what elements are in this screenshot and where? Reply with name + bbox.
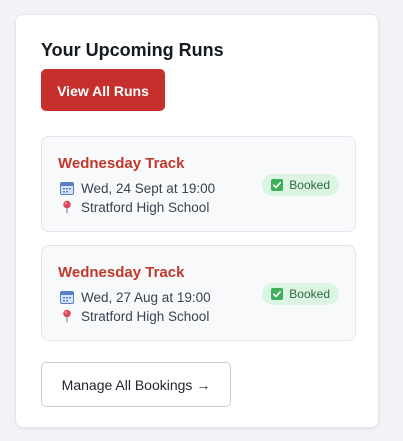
checkbox-icon [271,288,284,300]
calendar-icon [60,182,74,195]
run-location-row: Stratford High School [60,308,209,325]
pin-icon [63,200,71,214]
checkbox-icon [271,179,284,191]
run-title[interactable]: Wednesday Track [58,264,184,282]
run-title[interactable]: Wednesday Track [58,155,184,173]
run-location: Stratford High School [81,309,210,324]
status-text: Booked [289,287,330,301]
run-location-row: Stratford High School [60,199,209,216]
run-date-row: Wed, 27 Aug at 19:00 [60,289,211,306]
widget-title: Your Upcoming Runs [41,40,224,60]
view-all-runs-button[interactable]: View All Runs [41,69,165,111]
status-text: Booked [289,178,330,192]
manage-bookings-button[interactable]: Manage All Bookings → [41,362,231,407]
run-date: Wed, 27 Aug at 19:00 [81,290,211,305]
run-location: Stratford High School [81,200,210,215]
run-card[interactable]: Wednesday Track Wed, 27 Aug at 19:00 Str… [41,245,356,341]
status-badge: Booked [262,283,339,305]
run-date: Wed, 24 Sept at 19:00 [81,181,216,196]
upcoming-runs-card: Your Upcoming Runs View All Runs Wednesd… [15,14,379,428]
pin-icon [63,309,71,323]
run-card[interactable]: Wednesday Track Wed, 24 Sept at 19:00 St… [41,136,356,232]
status-badge: Booked [262,174,339,196]
run-date-row: Wed, 24 Sept at 19:00 [60,180,215,197]
calendar-icon [60,291,74,304]
